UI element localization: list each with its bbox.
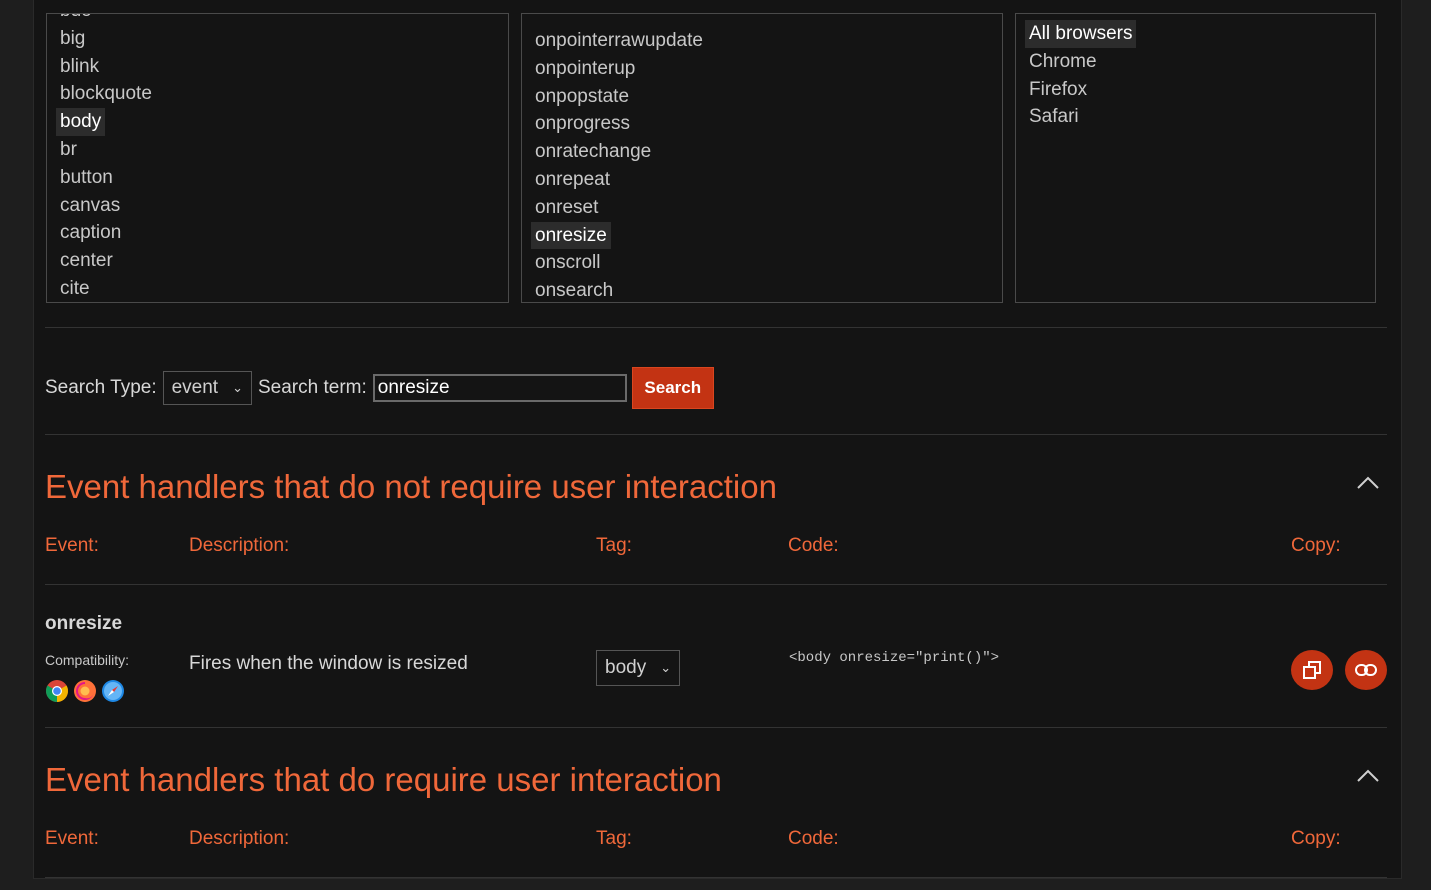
header-description: Description: (189, 828, 290, 849)
search-type-label: Search Type: (45, 377, 157, 398)
divider (45, 434, 1387, 435)
chrome-icon (46, 680, 68, 702)
search-type-value: event (171, 377, 219, 398)
chevron-down-icon: ⌄ (232, 380, 243, 395)
code-snippet: <body onresize="print()"> (789, 650, 1000, 666)
tag-list-item[interactable]: button (56, 164, 156, 192)
header-description: Description: (189, 535, 290, 556)
section-title-no-interaction: Event handlers that do not require user … (45, 468, 777, 505)
search-term-label: Search term: (258, 377, 367, 398)
header-copy: Copy: (1291, 535, 1341, 556)
header-copy: Copy: (1291, 828, 1341, 849)
chevron-down-icon: ⌄ (660, 660, 672, 675)
event-list-item[interactable]: onresize (531, 221, 611, 250)
tag-list-item[interactable]: bdo (56, 14, 156, 25)
browser-icons (45, 679, 125, 703)
event-list-item[interactable]: onsearch (531, 277, 707, 302)
search-button[interactable]: Search (631, 367, 714, 409)
event-list-item[interactable]: onrepeat (531, 166, 707, 194)
tag-list-item[interactable]: center (56, 247, 156, 275)
events-listbox[interactable]: onpointerrawupdate onpointerup onpopstate o… (521, 13, 1003, 303)
browser-list-item[interactable]: Chrome (1025, 48, 1136, 76)
event-list-item[interactable]: onreset (531, 194, 707, 222)
event-list-item[interactable]: onpointerup (531, 55, 707, 83)
event-list-item[interactable]: onratechange (531, 138, 707, 166)
event-name: onresize (45, 613, 123, 634)
divider (45, 877, 1387, 878)
tag-list-item[interactable]: caption (56, 219, 156, 247)
browsers-listbox[interactable]: All browsers Chrome Firefox Safari (1015, 13, 1376, 303)
safari-icon (102, 680, 124, 702)
search-type-select[interactable]: event ⌄ (162, 371, 252, 405)
divider (45, 584, 1387, 585)
tag-list-item[interactable]: body (56, 108, 106, 136)
chevron-up-icon[interactable] (1357, 769, 1379, 783)
browser-list-item[interactable]: Firefox (1025, 76, 1136, 104)
tags-listbox[interactable]: bdobigblinkblockquotebodybrbuttoncanvasc… (46, 13, 509, 303)
header-event: Event: (45, 828, 99, 849)
header-tag: Tag: (596, 535, 632, 556)
copy-icon (1303, 661, 1321, 679)
tag-list-item[interactable]: cite (56, 275, 156, 302)
search-form: Search Type: event ⌄ Search term: onresi… (45, 367, 714, 409)
copy-code-button[interactable] (1291, 650, 1333, 690)
link-icon (1355, 664, 1377, 676)
event-list-item[interactable]: onpopstate (531, 83, 707, 111)
section-title-user-interaction: Event handlers that do require user inte… (45, 761, 722, 798)
event-list-item[interactable]: onscroll (531, 249, 707, 277)
tag-list-item[interactable]: canvas (56, 192, 156, 220)
header-tag: Tag: (596, 828, 632, 849)
browser-list-item[interactable]: All browsers (1025, 20, 1137, 48)
header-code: Code: (788, 535, 839, 556)
event-description: Fires when the window is resized (189, 653, 468, 674)
search-term-input[interactable]: onresize (372, 374, 627, 402)
firefox-icon (74, 680, 96, 702)
divider (45, 327, 1387, 328)
copy-link-button[interactable] (1345, 650, 1387, 690)
compatibility-label: Compatibility: (45, 652, 130, 668)
header-event: Event: (45, 535, 99, 556)
chevron-up-icon[interactable] (1357, 476, 1379, 490)
tag-list-item[interactable]: blink (56, 53, 156, 81)
tag-select[interactable]: body ⌄ (596, 650, 681, 686)
tag-list-item[interactable]: blockquote (56, 80, 156, 108)
tag-list-item[interactable]: big (56, 25, 156, 53)
header-code: Code: (788, 828, 839, 849)
divider (45, 727, 1387, 728)
tag-list-item[interactable]: br (56, 136, 156, 164)
tag-select-value: body (605, 657, 647, 678)
event-list-item[interactable]: onprogress (531, 110, 707, 138)
event-list-item[interactable]: onpointerrawupdate (531, 27, 707, 55)
browser-list-item[interactable]: Safari (1025, 103, 1136, 131)
